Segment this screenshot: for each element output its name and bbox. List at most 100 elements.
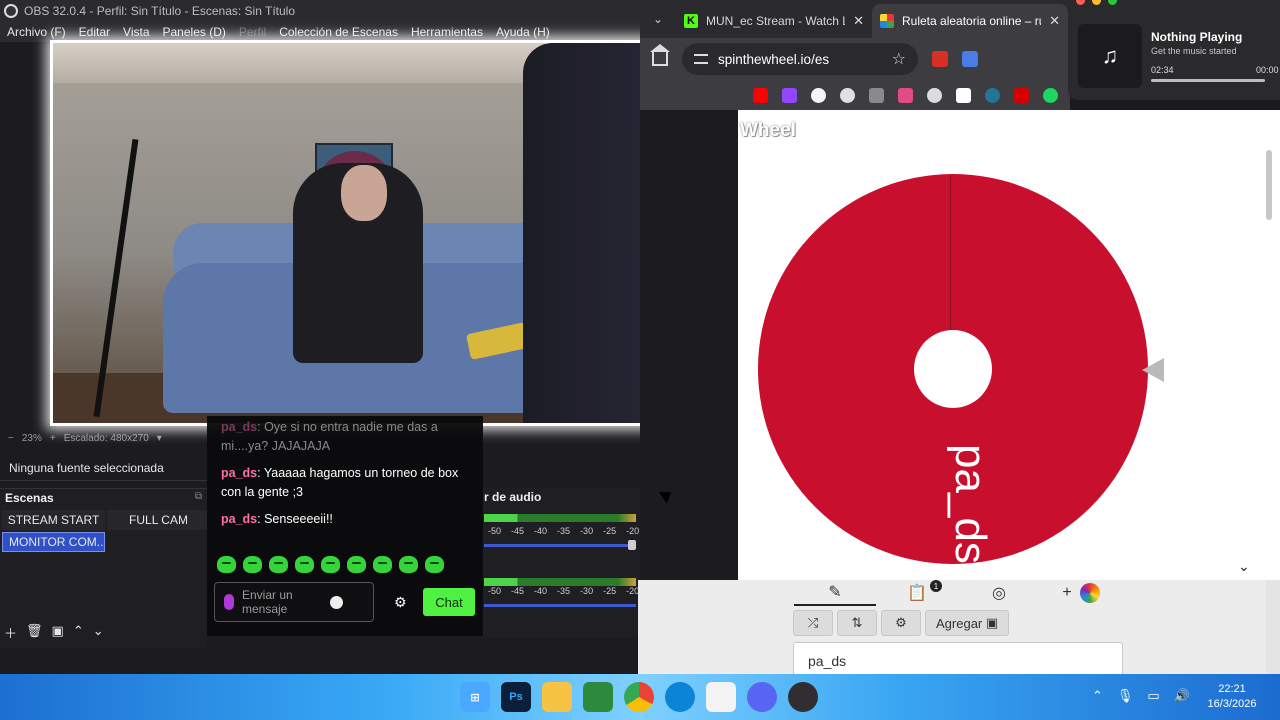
emote-icon[interactable]	[269, 556, 288, 573]
app-icon[interactable]	[583, 682, 613, 712]
bookmark-icon[interactable]	[898, 87, 913, 103]
add-wheel-button[interactable]: +	[1040, 580, 1122, 606]
menu-coleccion-escenas[interactable]: Colección de Escenas	[279, 25, 398, 39]
store-icon[interactable]	[706, 682, 736, 712]
youtube-bookmark-icon[interactable]	[753, 87, 768, 103]
chat-text: : Senseeeeii!!	[257, 512, 333, 526]
volume-slider[interactable]	[484, 540, 636, 550]
obs-taskbar-icon[interactable]	[788, 682, 818, 712]
zoom-out-button[interactable]: −	[8, 433, 14, 444]
chat-send-button[interactable]: Chat	[423, 588, 475, 616]
chevron-down-icon[interactable]: ▾	[157, 433, 162, 444]
chat-input-placeholder: Enviar un mensaje	[242, 588, 293, 616]
emote-icon[interactable]	[295, 556, 314, 573]
chat-username[interactable]: pa_ds	[221, 512, 257, 526]
translate-extension-icon[interactable]	[962, 51, 978, 67]
menu-archivo[interactable]: Archivo (F)	[7, 25, 66, 39]
gear-icon[interactable]: ⚙	[394, 594, 407, 611]
editor-tabs: ✎ 📋 1 ◎ +	[794, 580, 1122, 606]
discord-icon[interactable]	[747, 682, 777, 712]
maximize-window-icon[interactable]	[1108, 0, 1117, 5]
move-down-icon[interactable]: ⌄	[93, 623, 104, 642]
filter-icon[interactable]: ▣	[52, 623, 64, 642]
emoji-icon[interactable]	[330, 595, 343, 609]
results-clipboard-icon[interactable]: 📋 1	[876, 580, 958, 606]
add-scene-button[interactable]: ＋	[4, 623, 17, 642]
settings-bookmark-icon[interactable]	[840, 87, 855, 103]
site-logo[interactable]: Wheel	[740, 120, 796, 142]
page-scrollbar[interactable]	[1266, 150, 1272, 220]
add-image-button[interactable]: Agregar ▣	[925, 610, 1010, 636]
bookmark-icon[interactable]	[956, 87, 971, 103]
chat-username[interactable]: pa_ds	[221, 420, 257, 434]
move-up-icon[interactable]: ⌃	[73, 623, 84, 642]
browser-toolbar: spinthewheel.io/es ☆	[640, 38, 1070, 80]
minimize-window-icon[interactable]	[1092, 0, 1101, 5]
emote-icon[interactable]	[373, 556, 392, 573]
menu-ayuda[interactable]: Ayuda (H)	[496, 25, 550, 39]
tab-ruleta[interactable]: Ruleta aleatoria online – ruleta ✕	[872, 4, 1068, 38]
home-icon[interactable]	[650, 44, 670, 66]
scene-full-cam[interactable]: FULL CAM	[107, 510, 210, 530]
clock-date: 16/3/2026	[1207, 698, 1257, 710]
menu-perfil[interactable]: Perfil	[239, 25, 266, 39]
entries-textarea[interactable]: pa_ds	[793, 642, 1123, 676]
network-icon[interactable]: ▭	[1147, 688, 1159, 704]
star-icon[interactable]: ☆	[892, 49, 906, 69]
hide-eye-icon[interactable]: ◎	[958, 580, 1040, 606]
dock-float-icon[interactable]: ⧉	[195, 491, 202, 505]
volume-slider-knob[interactable]	[628, 540, 636, 550]
file-explorer-icon[interactable]	[542, 682, 572, 712]
bookmark-icon[interactable]	[869, 87, 884, 103]
close-window-icon[interactable]	[1076, 0, 1085, 5]
taskbar-clock[interactable]: 22:21 16/3/2026	[1196, 682, 1268, 712]
close-icon[interactable]: ✕	[853, 13, 864, 29]
chevron-down-icon[interactable]: ⌄	[1238, 558, 1250, 575]
address-bar[interactable]: spinthewheel.io/es ☆	[682, 43, 918, 75]
bookmark-icon[interactable]	[811, 87, 826, 103]
edit-pencil-icon[interactable]: ✎	[794, 580, 876, 606]
wordpress-bookmark-icon[interactable]	[985, 87, 1000, 103]
settings-button[interactable]: ⚙	[881, 610, 921, 636]
edge-icon[interactable]	[665, 682, 695, 712]
menu-editar[interactable]: Editar	[79, 25, 110, 39]
chevron-up-icon[interactable]: ⌃	[1092, 688, 1103, 704]
close-icon[interactable]: ✕	[1049, 13, 1060, 29]
mic-icon[interactable]	[224, 594, 234, 610]
chat-username[interactable]: pa_ds	[221, 466, 257, 480]
chrome-icon[interactable]	[624, 682, 654, 712]
shuffle-button[interactable]: ⤮	[793, 610, 833, 636]
zoom-in-button[interactable]: +	[50, 433, 56, 444]
wheel-hub[interactable]	[914, 330, 992, 408]
emote-icon[interactable]	[425, 556, 444, 573]
volume-icon[interactable]: 🔊	[1174, 688, 1190, 704]
color-palette-icon[interactable]	[1079, 583, 1100, 603]
pdf-extension-icon[interactable]	[932, 51, 948, 67]
emote-icon[interactable]	[399, 556, 418, 573]
twitch-bookmark-icon[interactable]	[782, 87, 797, 103]
menu-herramientas[interactable]: Herramientas	[411, 25, 483, 39]
mic-tray-icon[interactable]: 🎙	[1117, 688, 1134, 704]
bookmark-icon[interactable]	[927, 87, 942, 103]
tab-kick-stream[interactable]: K MUN_ec Stream - Watch Live ✕	[676, 4, 872, 38]
emote-icon[interactable]	[217, 556, 236, 573]
editor-scrollbar[interactable]	[1266, 580, 1280, 674]
emote-icon[interactable]	[243, 556, 262, 573]
menu-vista[interactable]: Vista	[123, 25, 149, 39]
photoshop-icon[interactable]: Ps	[501, 682, 531, 712]
tab-search-icon[interactable]: ⌄	[640, 0, 676, 38]
emote-icon[interactable]	[321, 556, 340, 573]
scene-stream-start[interactable]: STREAM START	[2, 510, 105, 530]
start-menu-icon[interactable]: ⊞	[460, 682, 490, 712]
site-info-icon[interactable]	[694, 54, 708, 64]
menu-paneles[interactable]: Paneles (D)	[163, 25, 226, 39]
trash-icon[interactable]: 🗑	[26, 623, 43, 642]
emote-icon[interactable]	[347, 556, 366, 573]
bookmark-icon[interactable]	[1014, 87, 1029, 103]
volume-slider[interactable]	[484, 604, 636, 607]
sort-button[interactable]: ⇅	[837, 610, 877, 636]
chat-input[interactable]: Enviar un mensaje	[214, 582, 374, 622]
bookmark-icon[interactable]	[1043, 87, 1058, 103]
scene-monitor-com[interactable]: MONITOR COM...	[2, 532, 105, 552]
playback-progress[interactable]	[1151, 79, 1265, 82]
